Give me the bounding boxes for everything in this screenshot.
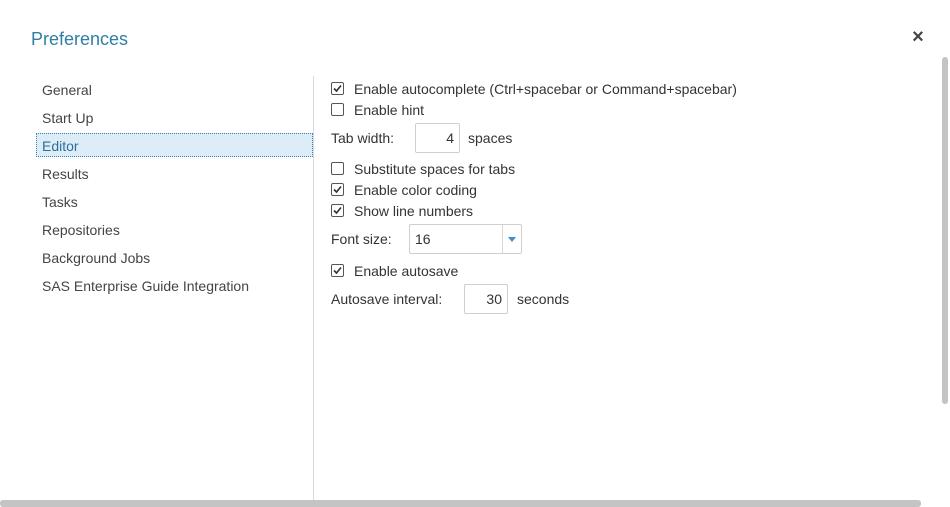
color-coding-label: Enable color coding xyxy=(354,181,477,198)
color-coding-row: Enable color coding xyxy=(331,179,921,200)
line-numbers-checkbox[interactable] xyxy=(331,204,344,217)
checkmark-icon xyxy=(333,185,342,194)
tab-width-input[interactable] xyxy=(415,123,460,153)
autosave-checkbox[interactable] xyxy=(331,264,344,277)
horizontal-scrollbar[interactable] xyxy=(0,500,921,507)
font-size-label: Font size: xyxy=(331,231,392,247)
line-numbers-row: Show line numbers xyxy=(331,200,921,221)
autosave-label: Enable autosave xyxy=(354,262,459,279)
autocomplete-label: Enable autocomplete (Ctrl+spacebar or Co… xyxy=(354,80,737,97)
preferences-nav: General Start Up Editor Results Tasks Re… xyxy=(36,77,313,301)
hint-label: Enable hint xyxy=(354,101,425,118)
autosave-row: Enable autosave xyxy=(331,260,921,281)
nav-item-repositories[interactable]: Repositories xyxy=(36,217,313,241)
line-numbers-label: Show line numbers xyxy=(354,202,474,219)
font-size-select[interactable]: 16 xyxy=(409,224,522,254)
nav-item-editor[interactable]: Editor xyxy=(36,133,313,157)
font-size-row: Font size: 16 xyxy=(331,224,921,254)
checkmark-icon xyxy=(333,84,342,93)
checkmark-icon xyxy=(333,266,342,275)
font-size-value: 16 xyxy=(415,231,431,247)
nav-item-results[interactable]: Results xyxy=(36,161,313,185)
vertical-scrollbar[interactable] xyxy=(942,57,948,404)
color-coding-checkbox[interactable] xyxy=(331,183,344,196)
nav-item-tasks[interactable]: Tasks xyxy=(36,189,313,213)
tab-width-label: Tab width: xyxy=(331,130,395,146)
nav-item-background-jobs[interactable]: Background Jobs xyxy=(36,245,313,269)
nav-item-general[interactable]: General xyxy=(36,77,313,101)
autosave-interval-label: Autosave interval: xyxy=(331,291,443,307)
panel-divider xyxy=(313,76,314,500)
nav-item-sas-enterprise-guide-integration[interactable]: SAS Enterprise Guide Integration xyxy=(36,273,313,297)
autocomplete-row: Enable autocomplete (Ctrl+spacebar or Co… xyxy=(331,78,921,99)
autosave-interval-row: Autosave interval: seconds xyxy=(331,284,921,314)
tab-width-row: Tab width: spaces xyxy=(331,123,921,153)
nav-item-start-up[interactable]: Start Up xyxy=(36,105,313,129)
dialog-title: Preferences xyxy=(31,29,129,49)
hint-checkbox[interactable] xyxy=(331,103,344,116)
tab-width-unit: spaces xyxy=(468,130,513,146)
autosave-interval-input[interactable] xyxy=(464,284,508,314)
substitute-spaces-label: Substitute spaces for tabs xyxy=(354,160,516,177)
autocomplete-checkbox[interactable] xyxy=(331,82,344,95)
preferences-dialog: Preferences × General Start Up Editor Re… xyxy=(0,0,950,507)
close-icon[interactable]: × xyxy=(907,26,929,48)
editor-settings-panel: Enable autocomplete (Ctrl+spacebar or Co… xyxy=(331,78,921,314)
chevron-down-icon[interactable] xyxy=(502,225,521,253)
autosave-interval-unit: seconds xyxy=(517,291,570,307)
checkmark-icon xyxy=(333,206,342,215)
substitute-spaces-row: Substitute spaces for tabs xyxy=(331,158,921,179)
substitute-spaces-checkbox[interactable] xyxy=(331,162,344,175)
hint-row: Enable hint xyxy=(331,99,921,120)
